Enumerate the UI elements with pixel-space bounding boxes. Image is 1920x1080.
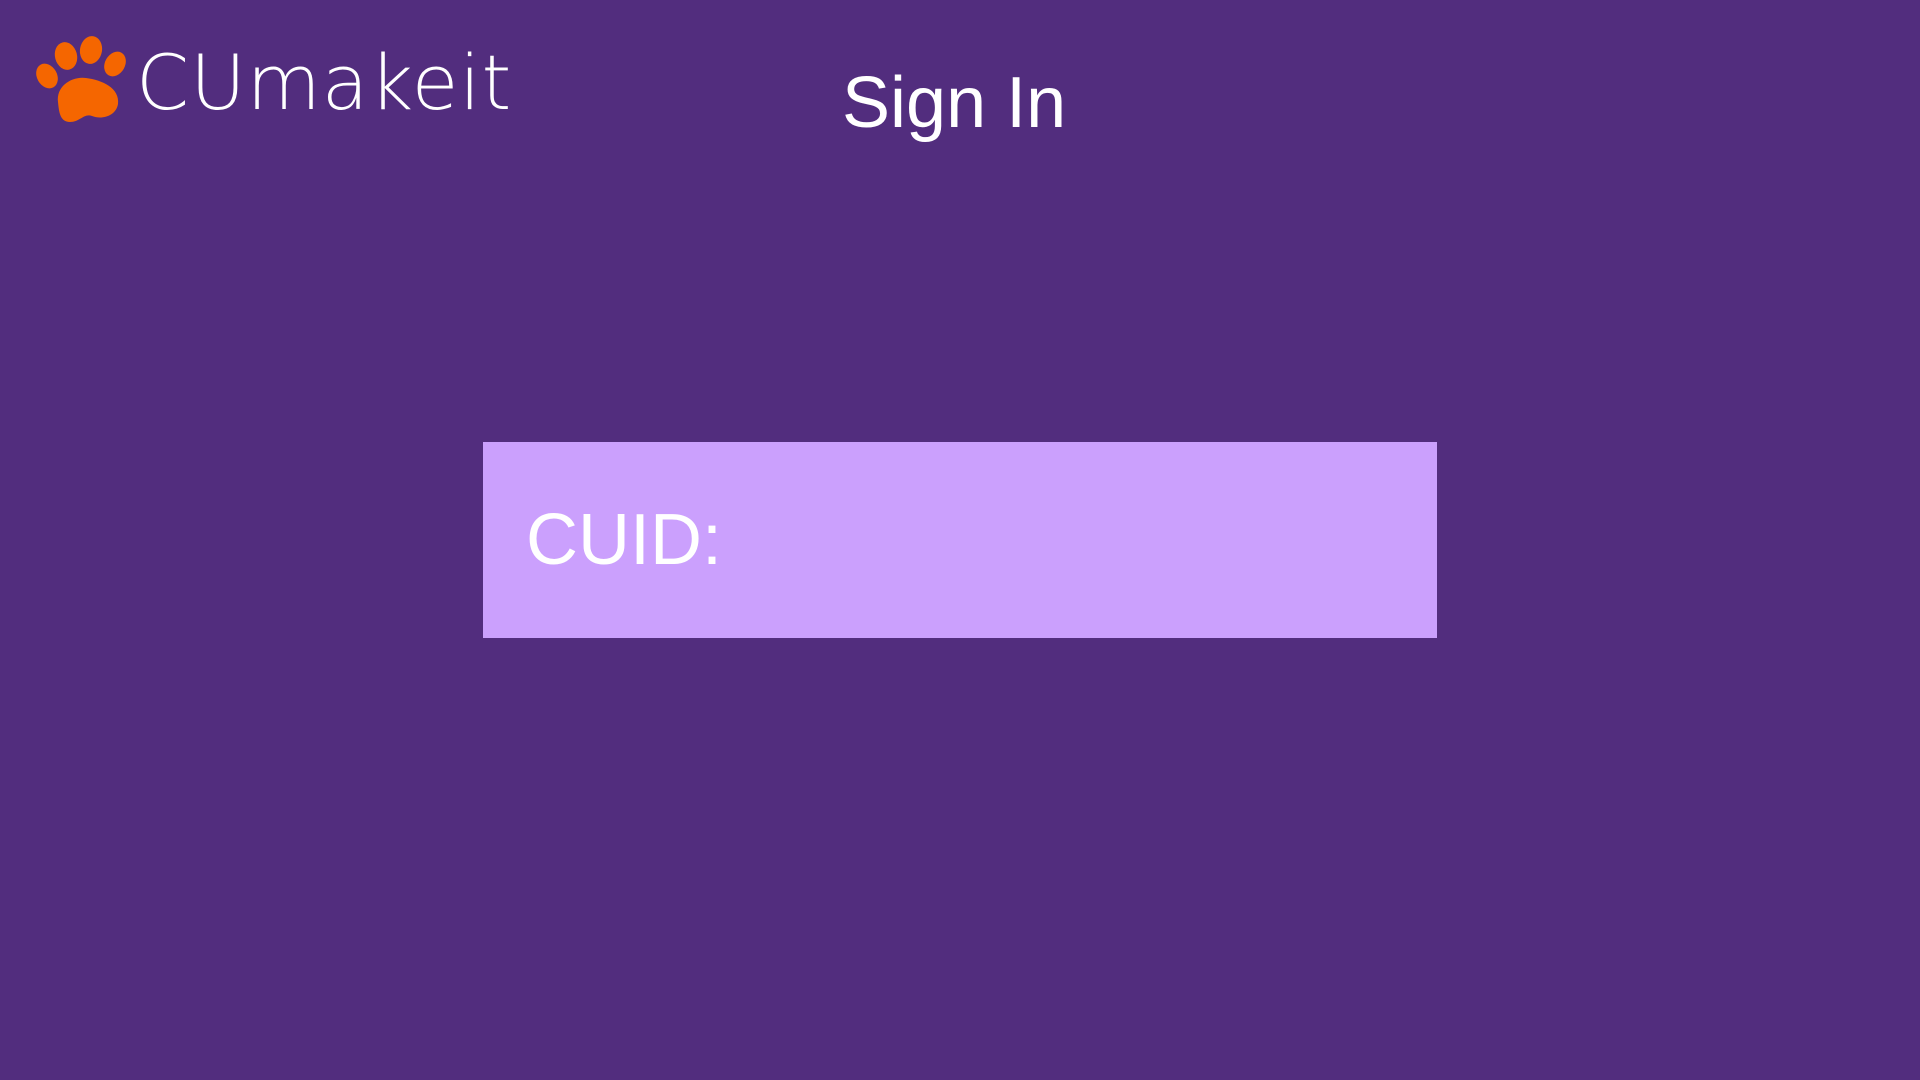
cuid-field[interactable]: CUID: (483, 442, 1669, 638)
cuid-input[interactable] (722, 442, 1669, 638)
paw-icon (36, 36, 126, 122)
cuid-label: CUID: (526, 500, 722, 580)
cumakeit-logo: CUmakeit (36, 36, 512, 126)
page-title: Sign In (842, 63, 1067, 143)
logo-text: CUmakeit (136, 38, 513, 127)
